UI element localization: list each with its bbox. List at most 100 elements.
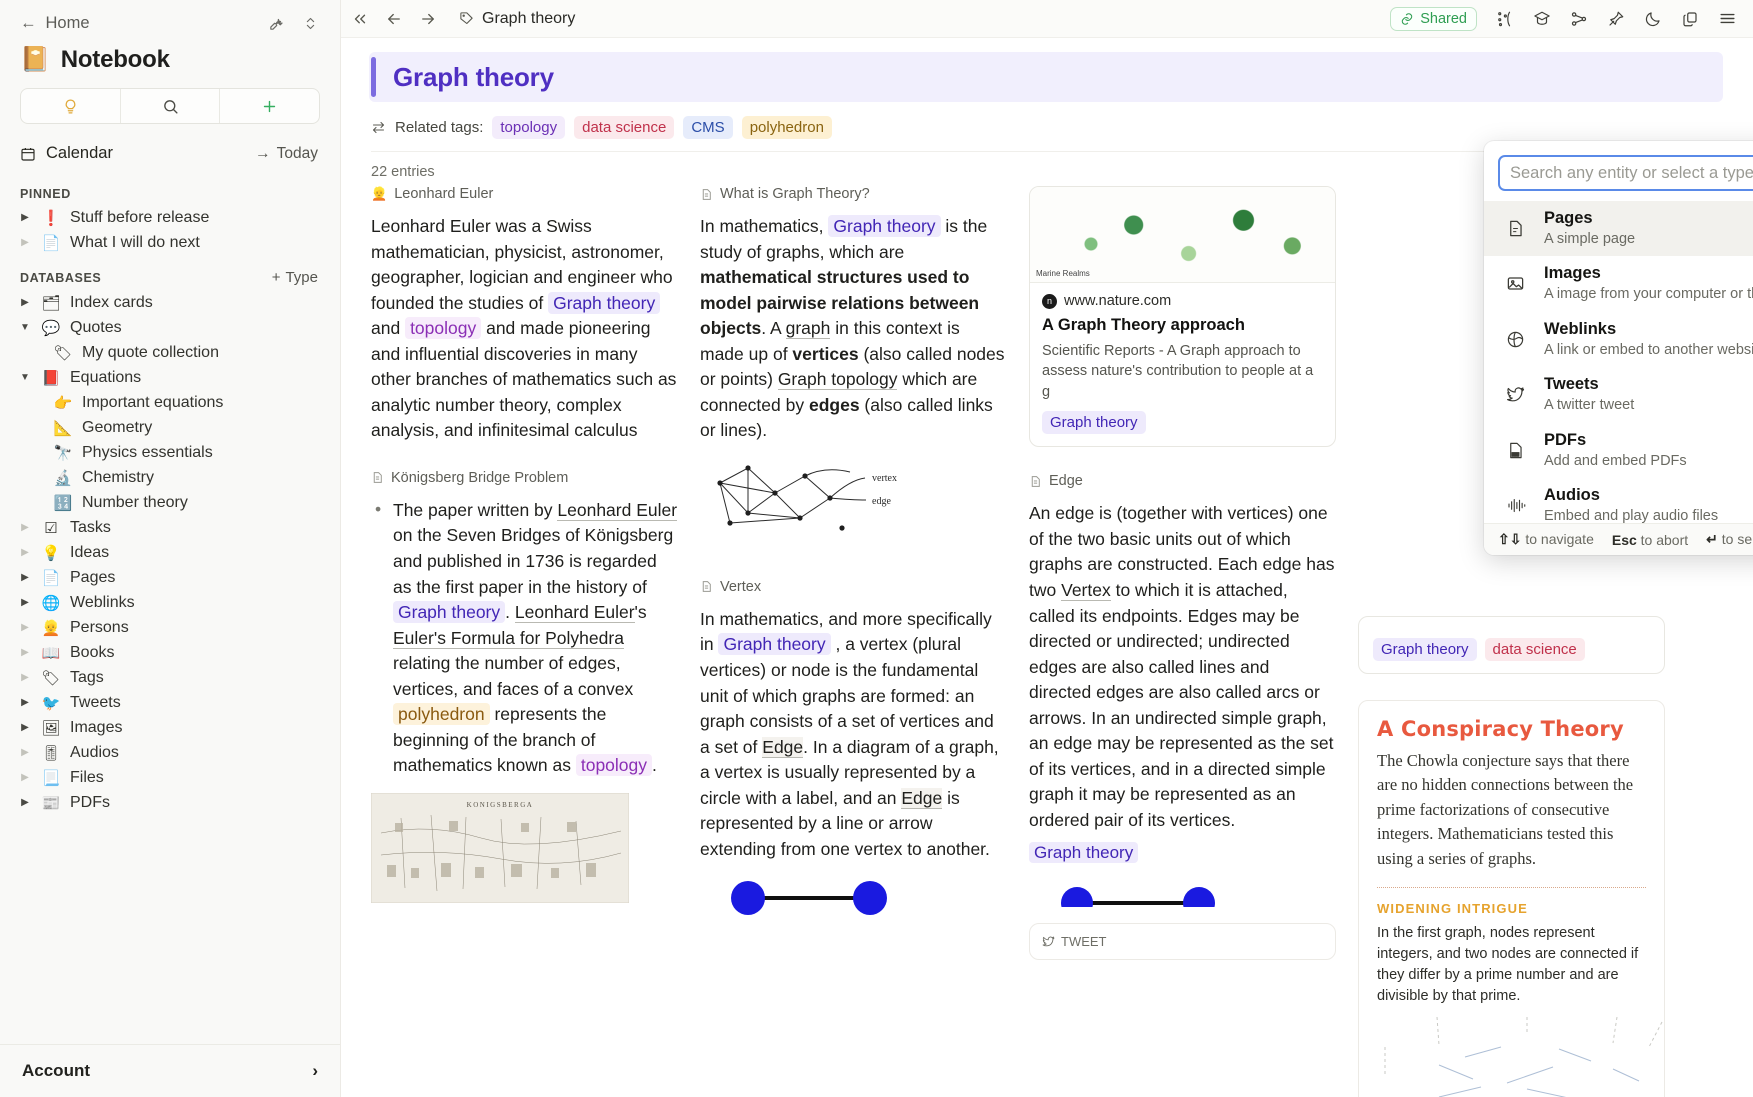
disclosure-triangle[interactable]: ▼ — [18, 372, 32, 383]
today-button[interactable]: → Today — [255, 145, 318, 163]
entry-what-is-graph-theory[interactable]: What is Graph Theory? In mathematics, Gr… — [700, 186, 1007, 553]
sidebar-item-images[interactable]: ▶🖼Images — [0, 715, 340, 740]
link-eulers-formula[interactable]: Euler's Formula for Polyhedra — [393, 628, 624, 649]
disclosure-triangle[interactable]: ▶ — [18, 622, 32, 633]
share-nodes-icon[interactable] — [1570, 10, 1588, 28]
disclosure-triangle[interactable]: ▶ — [18, 697, 32, 708]
sidebar-item-my-quote-collection[interactable]: 🏷My quote collection — [0, 340, 340, 365]
disclosure-triangle[interactable]: ▶ — [18, 647, 32, 658]
disclosure-triangle[interactable]: ▶ — [18, 722, 32, 733]
entry-nature-weblink[interactable]: Marine Realms n www.nature.com A Graph T… — [1029, 186, 1336, 447]
sidebar-item-pdfs[interactable]: ▶📰PDFs — [0, 790, 340, 815]
link-graph-theory[interactable]: Graph theory — [548, 292, 660, 314]
weblink-card[interactable]: Marine Realms n www.nature.com A Graph T… — [1029, 186, 1336, 447]
link-polyhedron[interactable]: polyhedron — [393, 703, 490, 725]
tagged-card[interactable]: Graph theorydata science — [1358, 616, 1665, 674]
entry-conspiracy-theory[interactable]: A Conspiracy Theory The Chowla conjectur… — [1358, 700, 1665, 1097]
sidebar-item-index-cards[interactable]: ▶🗂Index cards — [0, 290, 340, 315]
popup-item-audios[interactable]: AudiosEmbed and play audio files — [1484, 478, 1753, 523]
entry-konigsberg[interactable]: Königsberg Bridge Problem The paper writ… — [371, 470, 678, 903]
card-tag[interactable]: Graph theory — [1042, 411, 1146, 434]
sidebar-item-tags[interactable]: ▶🏷Tags — [0, 665, 340, 690]
sidebar-item-weblinks[interactable]: ▶🌐Weblinks — [0, 590, 340, 615]
sidebar-item-geometry[interactable]: 📐Geometry — [0, 415, 340, 440]
entry-leonhard-euler[interactable]: 👱 Leonhard Euler Leonhard Euler was a Sw… — [371, 186, 678, 444]
sidebar-item-quotes[interactable]: ▼💬Quotes — [0, 315, 340, 340]
graph-diagram-image[interactable]: vertex edge — [700, 458, 1007, 553]
link-edge[interactable]: Edge — [762, 737, 803, 758]
link-leonhard-euler[interactable]: Leonhard Euler — [557, 500, 677, 521]
entry-vertex[interactable]: Vertex In mathematics, and more specific… — [700, 579, 1007, 916]
link-topology[interactable]: topology — [405, 317, 481, 339]
vertex-diagram-image[interactable] — [700, 876, 1007, 916]
link-graph-topology[interactable]: Graph topology — [778, 369, 898, 390]
card-tag-0[interactable]: Graph theory — [1373, 638, 1477, 661]
disclosure-triangle[interactable]: ▶ — [18, 797, 32, 808]
sidebar-item-important-equations[interactable]: 👉Important equations — [0, 390, 340, 415]
link-graph-theory[interactable]: Graph theory — [393, 601, 505, 623]
edge-diagram-image[interactable] — [1029, 877, 1336, 907]
popup-item-tweets[interactable]: TweetsA twitter tweet — [1484, 367, 1753, 422]
link-topology[interactable]: topology — [576, 754, 652, 776]
link-graph-theory[interactable]: Graph theory — [1029, 842, 1138, 863]
graph-view-icon[interactable] — [1496, 10, 1514, 28]
shared-badge[interactable]: Shared — [1390, 7, 1477, 31]
disclosure-triangle[interactable]: ▼ — [18, 322, 32, 333]
sidebar-item-pinned-1[interactable]: ▶📄What I will do next — [0, 230, 340, 255]
sidebar-item-pages[interactable]: ▶📄Pages — [0, 565, 340, 590]
sidebar-item-chemistry[interactable]: 🔬Chemistry — [0, 465, 340, 490]
popup-item-pdfs[interactable]: PDFPDFsAdd and embed PDFs — [1484, 423, 1753, 478]
disclosure-triangle[interactable]: ▶ — [18, 747, 32, 758]
search-input[interactable] — [1498, 155, 1753, 191]
disclosure-triangle[interactable]: ▶ — [18, 297, 32, 308]
pin-icon[interactable] — [1607, 10, 1625, 28]
sidebar-item-persons[interactable]: ▶👱Persons — [0, 615, 340, 640]
related-tag-2[interactable]: CMS — [683, 116, 732, 139]
disclosure-triangle[interactable]: ▶ — [18, 672, 32, 683]
link-vertex[interactable]: Vertex — [1061, 580, 1111, 601]
link-leonhard-euler[interactable]: Leonhard Euler — [515, 602, 635, 623]
disclosure-triangle[interactable]: ▶ — [18, 212, 32, 223]
disclosure-triangle[interactable]: ▶ — [18, 547, 32, 558]
home-button[interactable]: ← Home — [20, 14, 90, 33]
popup-item-pages[interactable]: PagesA simple pageBrowse all — [1484, 201, 1753, 256]
sidebar-item-ideas[interactable]: ▶💡Ideas — [0, 540, 340, 565]
academic-icon[interactable] — [1533, 10, 1551, 28]
tweet-card[interactable]: TWEET — [1029, 923, 1336, 960]
chevron-updown-icon[interactable] — [303, 15, 318, 32]
entry-edge[interactable]: Edge An edge is (together with vertices)… — [1029, 473, 1336, 960]
copy-icon[interactable] — [1681, 10, 1699, 28]
account-button[interactable]: Account › — [0, 1044, 340, 1097]
konigsberg-map-image[interactable]: KONIGSBERGA — [371, 793, 678, 903]
add-type-button[interactable]: + Type — [272, 269, 318, 286]
link-graph-theory[interactable]: Graph theory — [828, 215, 940, 237]
sidebar-item-tasks[interactable]: ▶☑Tasks — [0, 515, 340, 540]
chevrons-left-icon[interactable] — [351, 10, 369, 28]
back-button[interactable] — [385, 10, 403, 28]
sidebar-item-books[interactable]: ▶📖Books — [0, 640, 340, 665]
disclosure-triangle[interactable]: ▶ — [18, 237, 32, 248]
add-tab[interactable] — [219, 89, 319, 123]
link-graph-theory[interactable]: Graph theory — [718, 633, 830, 655]
forward-button[interactable] — [419, 10, 437, 28]
search-tab[interactable] — [120, 89, 220, 123]
popup-item-weblinks[interactable]: WeblinksA link or embed to another websi… — [1484, 312, 1753, 367]
sidebar-item-number-theory[interactable]: 🔢Number theory — [0, 490, 340, 515]
related-tag-0[interactable]: topology — [492, 116, 565, 139]
sidebar-item-files[interactable]: ▶📃Files — [0, 765, 340, 790]
popup-item-images[interactable]: ImagesA image from your computer or the … — [1484, 256, 1753, 311]
disclosure-triangle[interactable]: ▶ — [18, 597, 32, 608]
link-edge[interactable]: Edge — [901, 788, 942, 809]
breadcrumb[interactable]: Graph theory — [459, 10, 575, 28]
wrench-icon[interactable] — [268, 15, 285, 32]
related-tag-1[interactable]: data science — [574, 116, 674, 139]
calendar-button[interactable]: Calendar — [20, 144, 113, 163]
sidebar-item-pinned-0[interactable]: ▶❗Stuff before release — [0, 205, 340, 230]
dark-mode-icon[interactable] — [1644, 10, 1662, 28]
sidebar-item-tweets[interactable]: ▶🐦Tweets — [0, 690, 340, 715]
sidebar-item-equations[interactable]: ▼📕Equations — [0, 365, 340, 390]
disclosure-triangle[interactable]: ▶ — [18, 572, 32, 583]
disclosure-triangle[interactable]: ▶ — [18, 772, 32, 783]
ideas-tab[interactable] — [21, 89, 120, 123]
menu-icon[interactable] — [1718, 9, 1737, 28]
